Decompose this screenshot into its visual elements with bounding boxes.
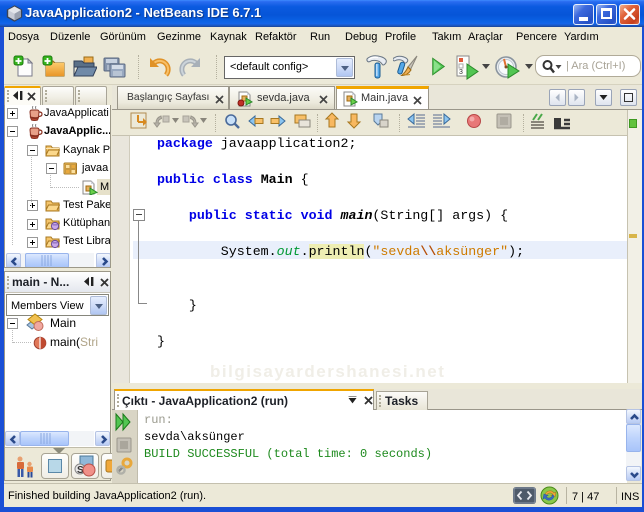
svg-text:3: 3 (459, 69, 463, 76)
